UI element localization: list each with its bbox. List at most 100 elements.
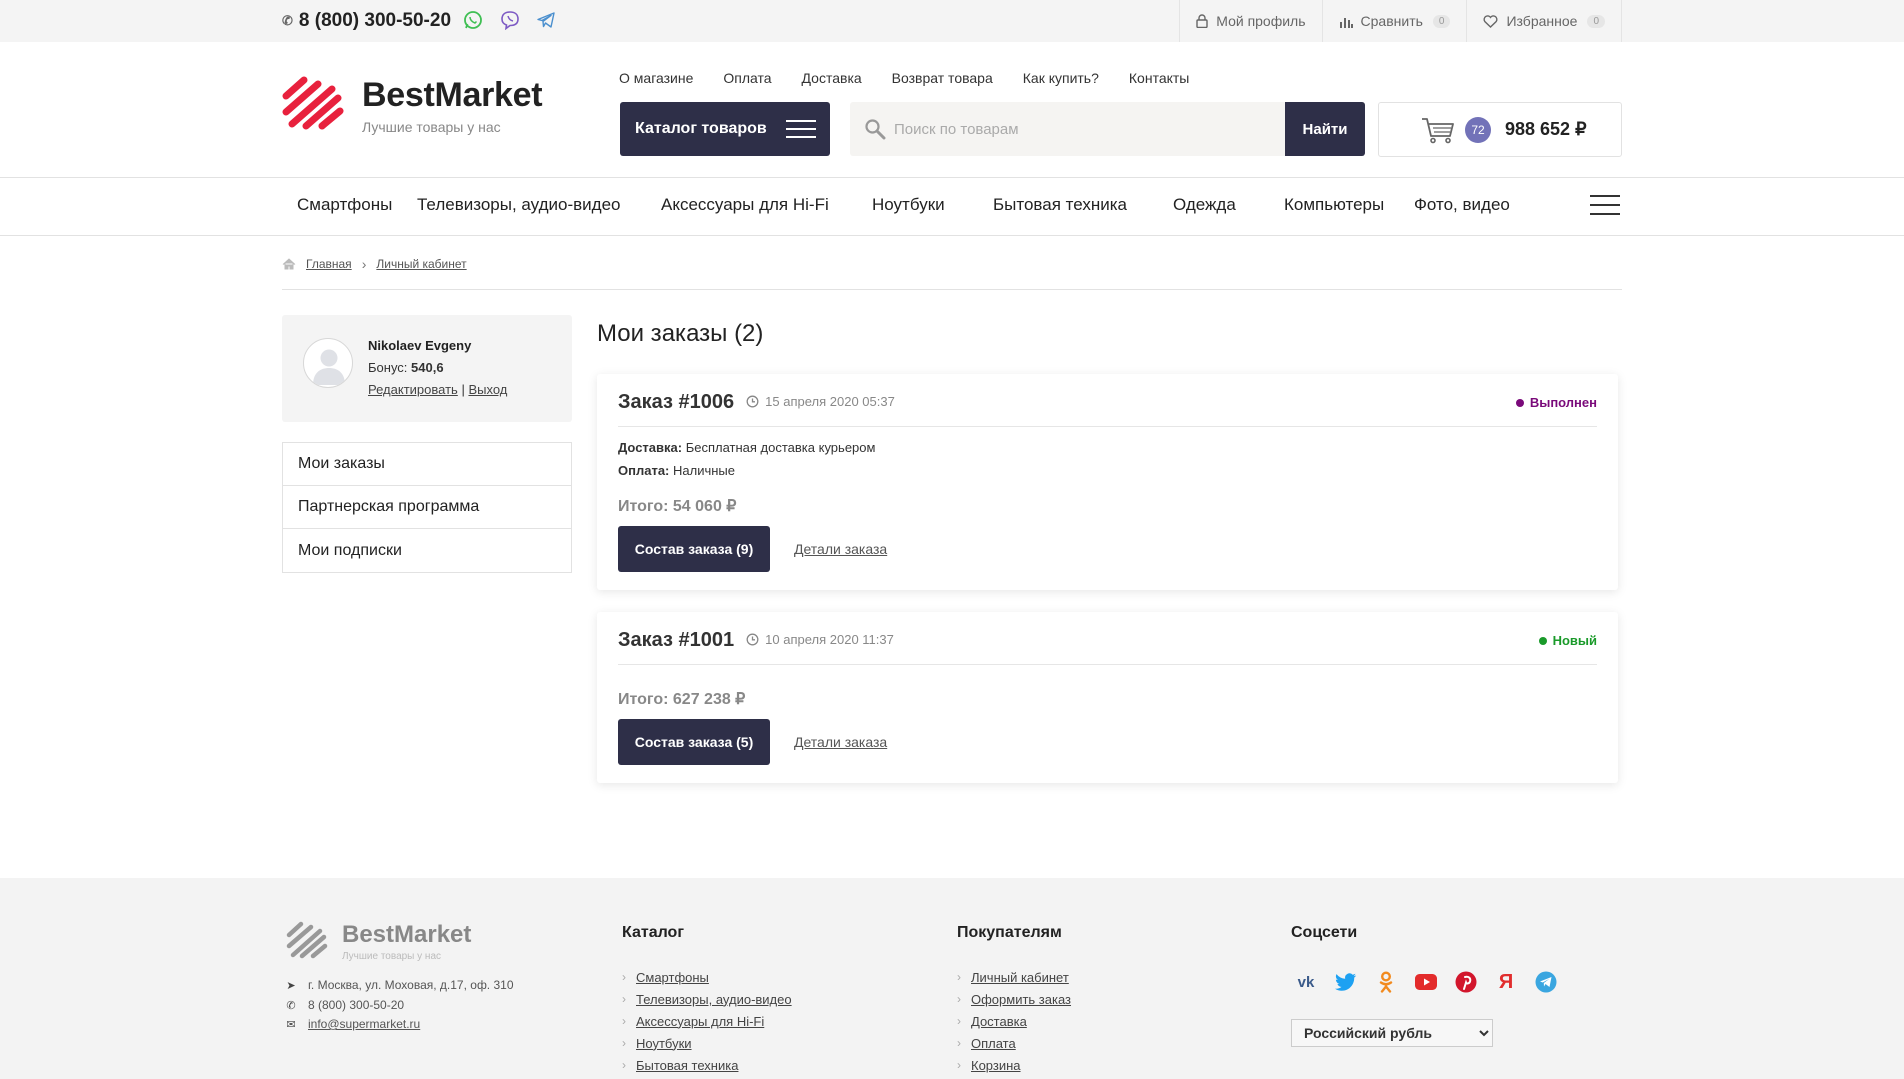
footer-social-title: Соцсети [1291, 924, 1358, 941]
compare-label: Сравнить [1360, 13, 1423, 29]
category-smartphones[interactable]: Смартфоны [297, 195, 392, 215]
catalog-button[interactable]: Каталог товаров [620, 102, 830, 156]
page-title: Мои заказы (2) [597, 320, 764, 347]
order-date: 15 апреля 2020 05:37 [746, 394, 895, 409]
footer-brand: BestMarket [342, 921, 472, 948]
nav-delivery[interactable]: Доставка [802, 70, 862, 86]
brand-name[interactable]: BestMarket [362, 76, 543, 115]
footer-catalog-list: › Смартфоны › Телевизоры, аудио-видео › Акс… [622, 966, 792, 1076]
nav-returns[interactable]: Возврат товара [892, 70, 993, 86]
footer-customers-link[interactable]: Корзина [971, 1058, 1021, 1073]
clock-icon [746, 395, 759, 408]
footer-email: ✉ info@supermarket.ru [286, 1017, 420, 1031]
order-number: Заказ #1006 [618, 391, 735, 413]
odnoklassniki-icon[interactable] [1374, 970, 1398, 994]
nav-contacts[interactable]: Контакты [1129, 70, 1189, 86]
order-date-text: 15 апреля 2020 05:37 [765, 394, 895, 409]
vk-icon[interactable]: vk [1294, 970, 1318, 994]
category-clothing[interactable]: Одежда [1173, 195, 1236, 215]
category-photo-video[interactable]: Фото, видео [1414, 195, 1510, 215]
more-categories-menu-icon[interactable] [1590, 195, 1620, 215]
avatar [303, 338, 353, 388]
nav-how-to-buy[interactable]: Как купить? [1023, 70, 1099, 86]
order-details-link[interactable]: Детали заказа [794, 734, 887, 750]
category-tv-audio-video[interactable]: Телевизоры, аудио-видео [417, 195, 621, 215]
list-item: › Ноутбуки [622, 1032, 792, 1054]
breadcrumb-home[interactable]: Главная [306, 257, 352, 271]
payment-value: Наличные [673, 463, 736, 478]
pinterest-icon[interactable] [1454, 970, 1478, 994]
profile-card: Nikolaev Evgeny Бонус: 540,6 Редактирова… [282, 315, 572, 422]
logout-link[interactable]: Выход [468, 382, 507, 397]
divider [282, 289, 1622, 290]
footer-catalog-link[interactable]: Смартфоны [636, 970, 709, 985]
twitter-icon[interactable] [1334, 970, 1358, 994]
footer-phone-text[interactable]: 8 (800) 300-50-20 [308, 998, 404, 1012]
category-laptops[interactable]: Ноутбуки [872, 195, 945, 215]
footer-customers-link[interactable]: Оплата [971, 1036, 1016, 1051]
status-badge: Выполнен [1515, 395, 1597, 410]
sidebar-item-partner-program[interactable]: Партнерская программа [283, 486, 571, 529]
list-item: › Доставка [957, 1010, 1071, 1032]
yandex-icon[interactable]: Я [1494, 970, 1518, 994]
order-total: Итого: 627 238 ₽ [618, 691, 746, 708]
sidebar-item-my-orders[interactable]: Мои заказы [283, 443, 571, 486]
delivery-value: Бесплатная доставка курьером [685, 440, 876, 455]
header-phone[interactable]: ✆ 8 (800) 300-50-20 [282, 10, 451, 32]
nav-payment[interactable]: Оплата [723, 70, 771, 86]
list-item: › Корзина [957, 1054, 1071, 1076]
footer-catalog-link[interactable]: Бытовая техника [636, 1058, 738, 1073]
compare-link[interactable]: Сравнить 0 [1321, 0, 1467, 42]
nav-about[interactable]: О магазине [619, 70, 693, 86]
currency-select[interactable]: Российский рубль [1291, 1019, 1493, 1047]
cart-widget[interactable]: 72 988 652 ₽ [1378, 102, 1622, 157]
status-text: Выполнен [1529, 395, 1597, 410]
hamburger-icon [786, 120, 816, 138]
social-links: vk Я [1294, 970, 1558, 994]
search-input[interactable] [894, 102, 1314, 156]
order-items-button[interactable]: Состав заказа (9) [618, 526, 770, 572]
chevron-right-icon: › [361, 256, 367, 272]
phone-number[interactable]: 8 (800) 300-50-20 [299, 10, 451, 32]
lock-icon [1196, 14, 1208, 28]
category-computers[interactable]: Компьютеры [1284, 195, 1384, 215]
my-profile-link[interactable]: Мой профиль [1179, 0, 1321, 42]
telegram-icon[interactable] [1534, 970, 1558, 994]
footer-logo-icon[interactable] [286, 920, 328, 960]
order-date-text: 10 апреля 2020 11:37 [765, 632, 894, 647]
brand-logo-icon[interactable] [282, 74, 344, 132]
footer-catalog-link[interactable]: Ноутбуки [636, 1036, 692, 1051]
sidebar-item-subscriptions[interactable]: Мои подписки [283, 529, 571, 572]
phone-icon: ✆ [286, 999, 296, 1012]
category-hifi-accessories[interactable]: Аксессуары для Hi-Fi [661, 195, 829, 215]
payment-label: Оплата: [618, 463, 670, 478]
order-details-link[interactable]: Детали заказа [794, 541, 887, 557]
home-icon[interactable] [282, 258, 296, 270]
delivery-label: Доставка: [618, 440, 683, 455]
divider [618, 664, 1597, 665]
compare-count-badge: 0 [1432, 14, 1451, 28]
cart-total: 988 652 ₽ [1505, 119, 1587, 139]
search-icon [865, 119, 886, 140]
profile-links: Редактировать | Выход [368, 382, 507, 397]
category-appliances[interactable]: Бытовая техника [993, 195, 1127, 215]
breadcrumb-account[interactable]: Личный кабинет [376, 257, 466, 271]
edit-profile-link[interactable]: Редактировать [368, 382, 458, 397]
status-dot [1538, 636, 1547, 645]
order-total: Итого: 54 060 ₽ [618, 498, 737, 515]
footer-customers-link[interactable]: Доставка [971, 1014, 1027, 1029]
search-button[interactable]: Найти [1285, 102, 1365, 156]
whatsapp-icon[interactable] [462, 9, 484, 31]
telegram-icon[interactable] [535, 9, 557, 31]
footer-slogan: Лучшие товары у нас [342, 951, 442, 962]
footer-catalog-link[interactable]: Телевизоры, аудио-видео [636, 992, 792, 1007]
viber-icon[interactable] [499, 9, 521, 31]
order-items-button[interactable]: Состав заказа (5) [618, 719, 770, 765]
footer-catalog-link[interactable]: Аксессуары для Hi-Fi [636, 1014, 764, 1029]
footer-customers-link[interactable]: Оформить заказ [971, 992, 1071, 1007]
youtube-icon[interactable] [1414, 970, 1438, 994]
footer-email-link[interactable]: info@supermarket.ru [308, 1017, 420, 1031]
favorites-link[interactable]: Избранное 0 [1466, 0, 1622, 42]
chevron-right-icon: › [622, 970, 626, 984]
footer-customers-link[interactable]: Личный кабинет [971, 970, 1069, 985]
